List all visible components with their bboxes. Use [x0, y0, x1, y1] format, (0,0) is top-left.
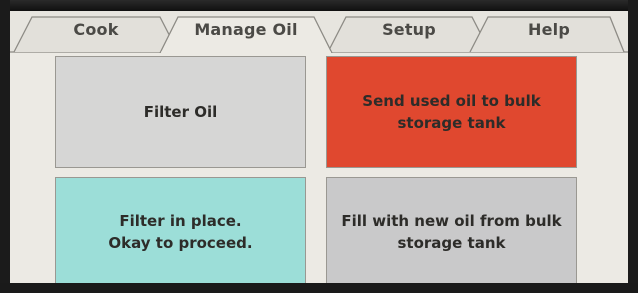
filter-oil-label: Filter Oil: [143, 103, 218, 121]
tab-cook-label: Cook: [73, 20, 119, 39]
send-used-oil-to-bulk-button[interactable]: Send used oil to bulk storage tank: [326, 56, 577, 168]
device-bezel-left: [0, 0, 10, 293]
device-bezel-bottom: [0, 283, 638, 293]
filter-oil-button[interactable]: Filter Oil: [55, 56, 306, 168]
manage-oil-panel: Filter Oil Send used oil to bulk storage…: [10, 53, 628, 283]
filter-in-place-button[interactable]: Filter in place. Okay to proceed.: [55, 177, 306, 283]
tab-setup-label: Setup: [382, 20, 436, 39]
touch-screen: Cook Manage Oil Setup Help Filter Oil Se…: [10, 11, 628, 283]
tab-manage-oil-label: Manage Oil: [194, 20, 298, 39]
tab-help-label: Help: [528, 20, 570, 39]
filter-in-place-label: Filter in place. Okay to proceed.: [108, 212, 253, 252]
send-used-oil-label: Send used oil to bulk storage tank: [362, 92, 541, 132]
fill-new-oil-label: Fill with new oil from bulk storage tank: [341, 212, 562, 252]
tab-bar: Cook Manage Oil Setup Help: [10, 11, 628, 53]
fill-new-oil-from-bulk-button[interactable]: Fill with new oil from bulk storage tank: [326, 177, 577, 283]
device-bezel-right: [628, 0, 638, 293]
